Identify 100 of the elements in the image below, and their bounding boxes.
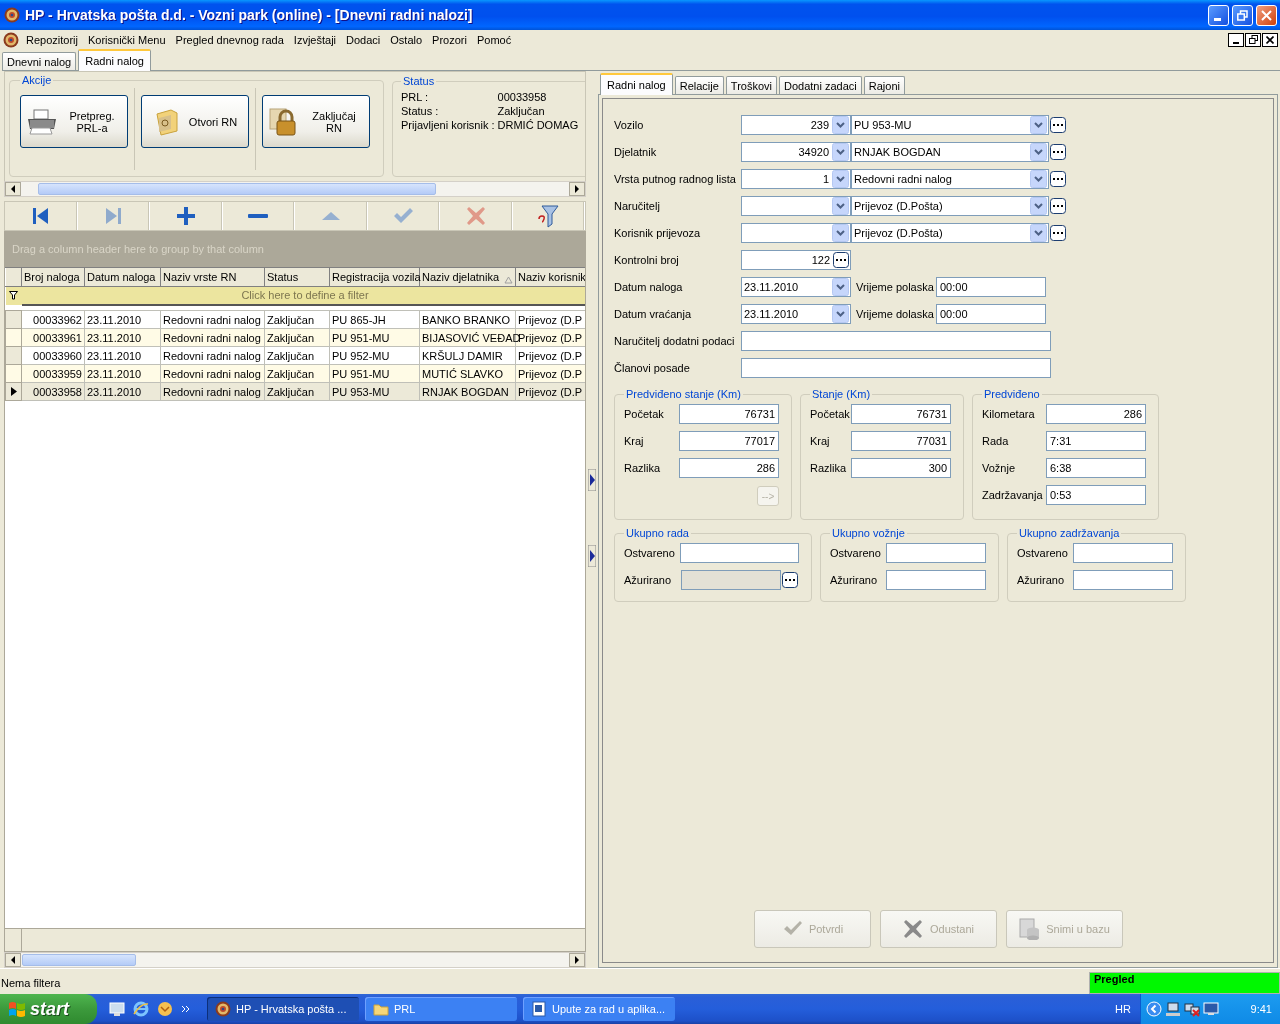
ellipsis-button[interactable] bbox=[1049, 195, 1067, 216]
status-value: DRMIĆ DOMAG bbox=[497, 118, 579, 132]
tab[interactable]: Troškovi bbox=[725, 76, 777, 94]
menu-item[interactable]: Korisnički Menu bbox=[82, 33, 171, 46]
close-button[interactable] bbox=[1262, 32, 1278, 47]
ellipsis-button[interactable] bbox=[781, 569, 799, 590]
column-header[interactable]: Status bbox=[264, 267, 330, 287]
combo-box[interactable]: 23.11.2010 bbox=[741, 276, 851, 297]
field-label: Datum naloga bbox=[614, 280, 684, 293]
column-header[interactable]: Broj naloga bbox=[21, 267, 85, 287]
text-field[interactable] bbox=[680, 542, 799, 563]
action-button[interactable]: Zaključaj RN bbox=[262, 95, 370, 148]
windows-flag-icon bbox=[8, 1000, 26, 1018]
table-cell: 23.11.2010 bbox=[84, 310, 161, 329]
menu-item[interactable]: Repozitorij bbox=[21, 33, 83, 46]
minimize-button[interactable] bbox=[1228, 32, 1244, 47]
combo-box[interactable] bbox=[741, 222, 851, 243]
column-header[interactable]: Datum naloga bbox=[84, 267, 161, 287]
ellipsis-button[interactable] bbox=[1049, 168, 1067, 189]
text-field[interactable]: 76731 bbox=[851, 403, 951, 424]
field-label: Korisnik prijevoza bbox=[614, 226, 702, 239]
app-logo-icon bbox=[215, 1001, 231, 1017]
text-field[interactable]: 76731 bbox=[679, 403, 779, 424]
field-label: Kraj bbox=[624, 434, 645, 447]
tab[interactable]: Relacije bbox=[674, 76, 724, 94]
text-field[interactable]: 122 bbox=[741, 249, 851, 270]
combo-box[interactable]: Prijevoz (D.Pošta) bbox=[851, 195, 1049, 216]
combo-box[interactable]: 23.11.2010 bbox=[741, 303, 851, 324]
text-field[interactable]: 77017 bbox=[679, 430, 779, 451]
table-cell: BANKO BRANKO bbox=[419, 310, 516, 329]
ellipsis-button[interactable] bbox=[832, 249, 850, 270]
tab[interactable]: Dnevni nalog bbox=[2, 52, 77, 70]
combo-box[interactable]: PU 953-MU bbox=[851, 114, 1049, 135]
field-label: Vrijeme polaska bbox=[855, 280, 935, 293]
computer-icon bbox=[1165, 1001, 1181, 1017]
action-button[interactable]: Pretpreg. PRL-a bbox=[20, 95, 128, 148]
combo-box[interactable]: RNJAK BOGDAN bbox=[851, 141, 1049, 162]
text-field[interactable]: 7:31 bbox=[1046, 430, 1146, 451]
combo-box[interactable]: Prijevoz (D.Pošta) bbox=[851, 222, 1049, 243]
menu-item[interactable]: Pomoć bbox=[471, 33, 517, 46]
taskbar-button[interactable]: Upute za rad u aplika... bbox=[523, 997, 675, 1021]
restore-icon bbox=[1237, 9, 1248, 21]
menu-item[interactable]: Dodaci bbox=[341, 33, 386, 46]
group-title: Status bbox=[402, 74, 436, 88]
tab[interactable]: Rajoni bbox=[863, 76, 905, 94]
text-field[interactable]: 00:00 bbox=[936, 303, 1046, 324]
field-label: Razlika bbox=[624, 461, 662, 474]
horizontal-scrollbar[interactable] bbox=[4, 952, 586, 968]
table-cell: Zaključan bbox=[264, 346, 330, 365]
folder-icon bbox=[373, 1001, 389, 1017]
text-field[interactable]: 300 bbox=[851, 457, 951, 478]
menu-item[interactable]: Pregled dnevnog rada bbox=[170, 33, 289, 46]
taskbar-button[interactable]: HP - Hrvatska pošta ... bbox=[207, 997, 359, 1021]
text-field[interactable] bbox=[886, 569, 986, 590]
horizontal-scrollbar[interactable] bbox=[4, 181, 586, 197]
tab[interactable]: Radni nalog bbox=[78, 49, 151, 71]
menu-item[interactable]: Ostalo bbox=[385, 33, 428, 46]
column-header[interactable]: Registracija vozila bbox=[329, 267, 420, 287]
field-label: Ostvareno bbox=[624, 546, 676, 559]
tab[interactable]: Radni nalog bbox=[600, 73, 673, 95]
language-indicator[interactable]: HR bbox=[1115, 1003, 1140, 1015]
text-field[interactable]: 77031 bbox=[851, 430, 951, 451]
menu-item[interactable]: Prozori bbox=[427, 33, 472, 46]
column-header[interactable]: Naziv vrste RN bbox=[160, 267, 265, 287]
ellipsis-button[interactable] bbox=[1049, 114, 1067, 135]
ellipsis-button[interactable] bbox=[1049, 222, 1067, 243]
text-field[interactable]: 6:38 bbox=[1046, 457, 1146, 478]
text-field[interactable]: 286 bbox=[679, 457, 779, 478]
taskbar-button[interactable]: PRL bbox=[365, 997, 517, 1021]
combo-box[interactable]: 34920 bbox=[741, 141, 851, 162]
combo-box[interactable]: 239 bbox=[741, 114, 851, 135]
text-field[interactable] bbox=[741, 330, 1051, 351]
combo-box[interactable] bbox=[741, 195, 851, 216]
field-label: Ostvareno bbox=[1017, 546, 1069, 559]
combo-box[interactable]: 1 bbox=[741, 168, 851, 189]
field-label: Ažurirano bbox=[624, 573, 673, 586]
start-button[interactable]: start bbox=[0, 994, 97, 1024]
text-field[interactable]: 286 bbox=[1046, 403, 1146, 424]
text-field[interactable] bbox=[1073, 542, 1173, 563]
text-field[interactable] bbox=[741, 357, 1051, 378]
combo-box[interactable]: Redovni radni nalog bbox=[851, 168, 1049, 189]
restore-button[interactable] bbox=[1245, 32, 1261, 47]
ellipsis-button[interactable] bbox=[1049, 141, 1067, 162]
monitor-icon bbox=[1203, 1001, 1219, 1017]
group-title: Ukupno zadržavanja bbox=[1018, 527, 1121, 539]
dots-icon bbox=[1050, 143, 1066, 160]
window-title: HP - Hrvatska pošta d.d. - Vozni park (online) - [Dnevni radni nalozi] bbox=[24, 7, 474, 23]
text-field[interactable]: 0:53 bbox=[1046, 484, 1146, 505]
text-field[interactable] bbox=[886, 542, 986, 563]
text-field[interactable] bbox=[1073, 569, 1173, 590]
menu-item[interactable]: Izvještaji bbox=[288, 33, 342, 46]
action-button[interactable]: Otvori RN bbox=[141, 95, 249, 148]
funnel-icon bbox=[536, 204, 561, 228]
column-header[interactable]: Naziv korisnik bbox=[515, 267, 585, 287]
document-icon bbox=[531, 1001, 547, 1017]
text-field[interactable]: 00:00 bbox=[936, 276, 1046, 297]
tab[interactable]: Dodatni zadaci bbox=[779, 76, 862, 94]
field-label: Zadržavanja bbox=[982, 488, 1044, 501]
table-cell: 00033960 bbox=[21, 346, 85, 365]
dots-icon bbox=[782, 571, 798, 588]
